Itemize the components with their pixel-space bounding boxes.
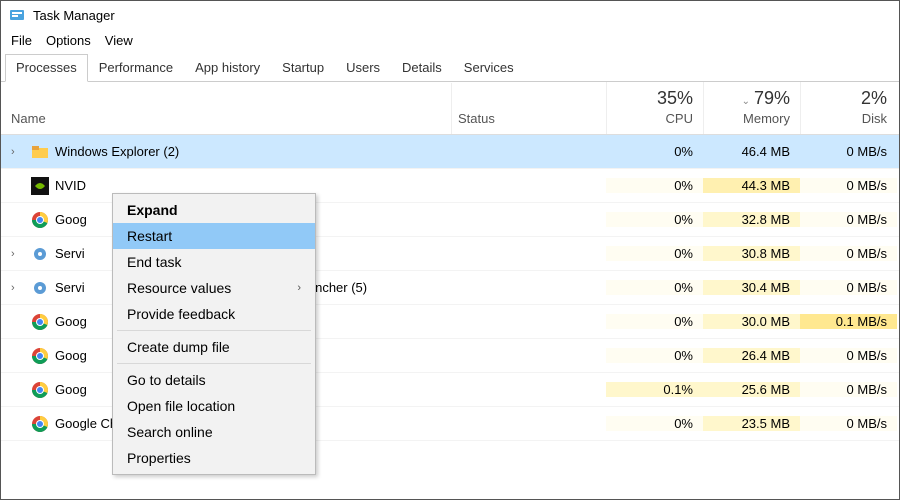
header-memory[interactable]: ⌄79% Memory xyxy=(703,82,800,134)
menu-view[interactable]: View xyxy=(105,33,133,48)
menu-file[interactable]: File xyxy=(11,33,32,48)
ctx-search-online[interactable]: Search online xyxy=(113,419,315,445)
ctx-properties[interactable]: Properties xyxy=(113,445,315,471)
expand-icon[interactable]: › xyxy=(11,248,25,260)
process-name: Goog xyxy=(55,348,87,363)
disk-value: 0 MB/s xyxy=(800,212,897,227)
ctx-create-dump[interactable]: Create dump file xyxy=(113,334,315,360)
cpu-value: 0% xyxy=(606,416,703,431)
process-name: Goog xyxy=(55,382,87,397)
process-name: NVID xyxy=(55,178,86,193)
cpu-value: 0.1% xyxy=(606,382,703,397)
context-menu: Expand Restart End task Resource values›… xyxy=(112,193,316,475)
disk-label: Disk xyxy=(811,111,887,126)
chrome-icon xyxy=(31,313,49,331)
header-name[interactable]: Name xyxy=(1,83,451,134)
titlebar: Task Manager xyxy=(1,1,899,29)
disk-value: 0 MB/s xyxy=(800,382,897,397)
task-manager-icon xyxy=(9,7,25,23)
disk-value: 0 MB/s xyxy=(800,178,897,193)
table-row[interactable]: › Windows Explorer (2) 0% 46.4 MB 0 MB/s xyxy=(1,135,899,169)
disk-value: 0 MB/s xyxy=(800,246,897,261)
process-name: Servi xyxy=(55,280,85,295)
header-disk[interactable]: 2% Disk xyxy=(800,82,897,134)
chrome-icon xyxy=(31,347,49,365)
disk-value: 0 MB/s xyxy=(800,348,897,363)
chrome-icon xyxy=(31,211,49,229)
ctx-open-location[interactable]: Open file location xyxy=(113,393,315,419)
header-cpu[interactable]: 35% CPU xyxy=(606,82,703,134)
memory-value: 26.4 MB xyxy=(703,348,800,363)
nvidia-icon xyxy=(31,177,49,195)
chrome-icon xyxy=(31,415,49,433)
chevron-right-icon: › xyxy=(297,282,301,294)
tab-app-history[interactable]: App history xyxy=(184,54,271,81)
header-status[interactable]: Status xyxy=(451,83,606,134)
tabs: Processes Performance App history Startu… xyxy=(1,54,899,82)
cpu-value: 0% xyxy=(606,348,703,363)
ctx-resource-values[interactable]: Resource values› xyxy=(113,275,315,301)
memory-value: 44.3 MB xyxy=(703,178,800,193)
cpu-value: 0% xyxy=(606,314,703,329)
memory-value: 30.4 MB xyxy=(703,280,800,295)
disk-percent: 2% xyxy=(811,88,887,109)
tab-performance[interactable]: Performance xyxy=(88,54,184,81)
tab-services[interactable]: Services xyxy=(453,54,525,81)
cpu-value: 0% xyxy=(606,178,703,193)
column-headers: Name Status 35% CPU ⌄79% Memory 2% Disk xyxy=(1,82,899,135)
process-name: Servi xyxy=(55,246,85,261)
process-name: Goog xyxy=(55,314,87,329)
cpu-value: 0% xyxy=(606,144,703,159)
process-name: Windows Explorer (2) xyxy=(55,144,179,159)
cpu-label: CPU xyxy=(617,111,693,126)
memory-value: 30.8 MB xyxy=(703,246,800,261)
ctx-go-to-details[interactable]: Go to details xyxy=(113,367,315,393)
expand-icon[interactable]: › xyxy=(11,146,25,158)
cpu-value: 0% xyxy=(606,280,703,295)
memory-label: Memory xyxy=(714,111,790,126)
memory-value: 30.0 MB xyxy=(703,314,800,329)
disk-value: 0 MB/s xyxy=(800,416,897,431)
ctx-end-task[interactable]: End task xyxy=(113,249,315,275)
separator xyxy=(117,363,311,364)
window-title: Task Manager xyxy=(33,8,115,23)
menubar: File Options View xyxy=(1,29,899,54)
memory-value: 46.4 MB xyxy=(703,144,800,159)
folder-icon xyxy=(31,143,49,161)
memory-percent: ⌄79% xyxy=(714,88,790,109)
cpu-value: 0% xyxy=(606,212,703,227)
disk-value: 0 MB/s xyxy=(800,144,897,159)
gear-icon xyxy=(31,279,49,297)
tab-startup[interactable]: Startup xyxy=(271,54,335,81)
tab-processes[interactable]: Processes xyxy=(5,54,88,82)
disk-value: 0.1 MB/s xyxy=(800,314,897,329)
cpu-value: 0% xyxy=(606,246,703,261)
chrome-icon xyxy=(31,381,49,399)
expand-icon[interactable]: › xyxy=(11,282,25,294)
ctx-provide-feedback[interactable]: Provide feedback xyxy=(113,301,315,327)
cpu-percent: 35% xyxy=(617,88,693,109)
menu-options[interactable]: Options xyxy=(46,33,91,48)
memory-value: 23.5 MB xyxy=(703,416,800,431)
disk-value: 0 MB/s xyxy=(800,280,897,295)
ctx-expand[interactable]: Expand xyxy=(113,197,315,223)
tab-details[interactable]: Details xyxy=(391,54,453,81)
tab-users[interactable]: Users xyxy=(335,54,391,81)
separator xyxy=(117,330,311,331)
process-name: Goog xyxy=(55,212,87,227)
ctx-restart[interactable]: Restart xyxy=(113,223,315,249)
memory-value: 32.8 MB xyxy=(703,212,800,227)
chevron-down-icon: ⌄ xyxy=(742,96,750,107)
gear-icon xyxy=(31,245,49,263)
memory-value: 25.6 MB xyxy=(703,382,800,397)
